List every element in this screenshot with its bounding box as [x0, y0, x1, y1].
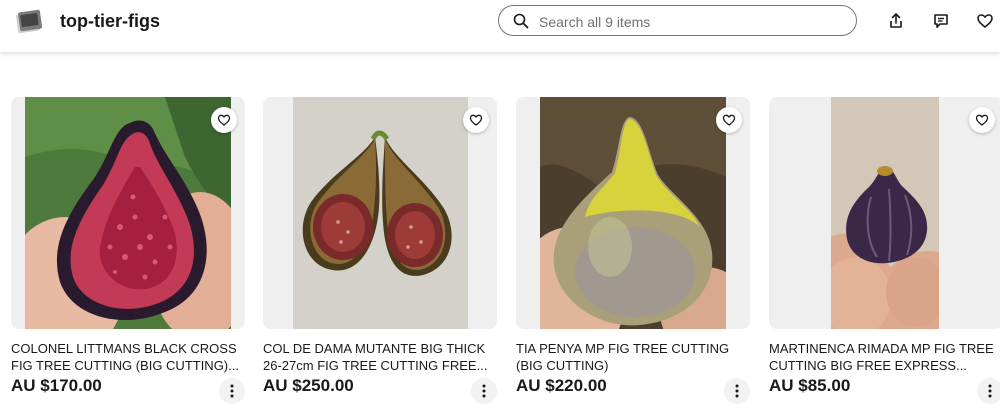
fig-photo: [25, 97, 231, 329]
listing-image[interactable]: [516, 97, 750, 329]
listing-image[interactable]: [11, 97, 245, 329]
watch-button[interactable]: [716, 107, 742, 133]
heart-icon: [469, 114, 483, 126]
listing-title[interactable]: TIA PENYA MP FIG TREE CUTTING (BIG CUTTI…: [516, 340, 750, 374]
watch-button[interactable]: [969, 107, 995, 133]
more-options-button[interactable]: [471, 378, 497, 404]
fig-photo: [540, 97, 726, 329]
fig-photo: [831, 97, 939, 329]
heart-icon[interactable]: [976, 12, 994, 30]
listing-card[interactable]: MARTINENCA RIMADA MP FIG TREE CUTTING BI…: [769, 97, 1000, 407]
listing-image[interactable]: [769, 97, 1000, 329]
more-options-button[interactable]: [219, 378, 245, 404]
share-icon[interactable]: [887, 12, 905, 30]
store-name[interactable]: top-tier-figs: [60, 10, 160, 32]
message-icon[interactable]: [932, 12, 950, 30]
listing-price: AU $170.00: [11, 376, 102, 395]
listing-price: AU $220.00: [516, 376, 607, 395]
more-vertical-icon: [735, 384, 739, 398]
search-input[interactable]: [537, 9, 841, 34]
listing-card[interactable]: COLONEL LITTMANS BLACK CROSS FIG TREE CU…: [11, 97, 245, 407]
watch-button[interactable]: [211, 107, 237, 133]
more-vertical-icon: [482, 384, 486, 398]
listing-card[interactable]: COL DE DAMA MUTANTE BIG THICK 26-27cm FI…: [263, 97, 497, 407]
watch-button[interactable]: [463, 107, 489, 133]
more-vertical-icon: [230, 384, 234, 398]
listing-title[interactable]: COLONEL LITTMANS BLACK CROSS FIG TREE CU…: [11, 340, 245, 374]
listing-price: AU $250.00: [263, 376, 354, 395]
store-search-box[interactable]: [498, 5, 857, 36]
heart-icon: [722, 114, 736, 126]
more-options-button[interactable]: [724, 378, 750, 404]
fig-photo: [293, 97, 468, 329]
listing-image[interactable]: [263, 97, 497, 329]
store-logo-icon[interactable]: [14, 6, 44, 36]
more-vertical-icon: [988, 384, 992, 398]
search-icon: [513, 13, 529, 29]
listing-title[interactable]: MARTINENCA RIMADA MP FIG TREE CUTTING BI…: [769, 340, 1000, 374]
listing-price: AU $85.00: [769, 376, 851, 395]
heart-icon: [217, 114, 231, 126]
listing-card[interactable]: TIA PENYA MP FIG TREE CUTTING (BIG CUTTI…: [516, 97, 750, 407]
heart-icon: [975, 114, 989, 126]
store-header: top-tier-figs: [0, 0, 1000, 52]
more-options-button[interactable]: [977, 378, 1000, 404]
listing-title[interactable]: COL DE DAMA MUTANTE BIG THICK 26-27cm FI…: [263, 340, 497, 374]
